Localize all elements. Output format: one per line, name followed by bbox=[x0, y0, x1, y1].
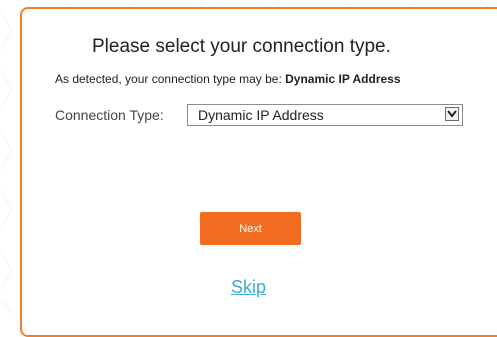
connection-type-label: Connection Type: bbox=[55, 107, 164, 123]
connection-type-selected-value: Dynamic IP Address bbox=[198, 107, 324, 123]
detected-prefix: As detected, your connection type may be… bbox=[55, 72, 286, 86]
detected-connection-text: As detected, your connection type may be… bbox=[55, 72, 401, 86]
chevron-down-icon[interactable] bbox=[445, 107, 459, 121]
next-button[interactable]: Next bbox=[200, 212, 301, 245]
page-title: Please select your connection type. bbox=[92, 36, 391, 57]
detected-connection-value: Dynamic IP Address bbox=[285, 72, 401, 86]
connection-type-select[interactable]: Dynamic IP Address bbox=[187, 104, 463, 126]
skip-link[interactable]: Skip bbox=[231, 277, 266, 298]
